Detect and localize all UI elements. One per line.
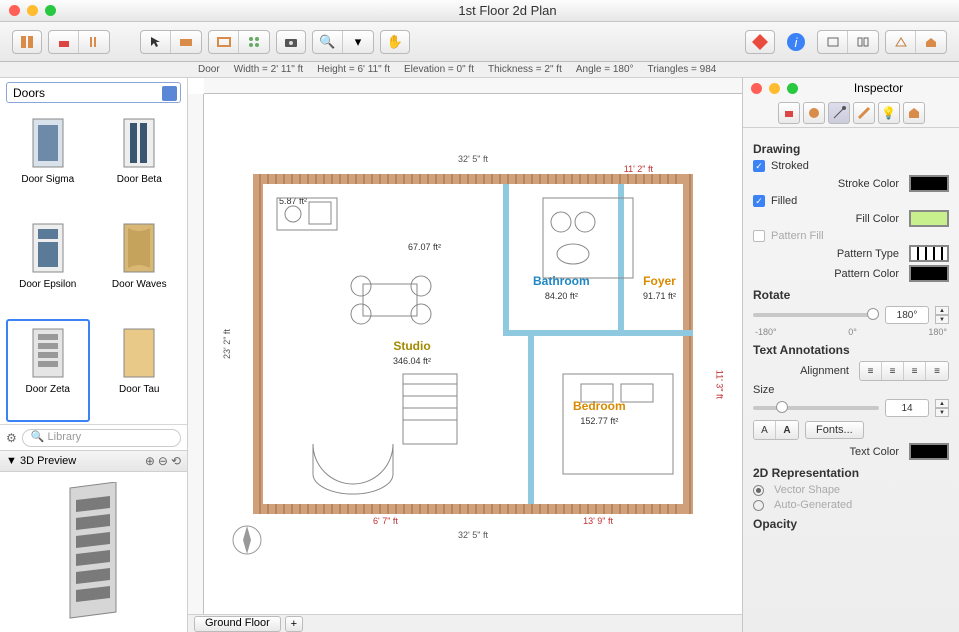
rotate-step-up[interactable]: ▲: [935, 306, 949, 315]
status-angle: Angle = 180°: [576, 64, 634, 75]
library-item-door-zeta[interactable]: Door Zeta: [6, 319, 90, 422]
library-item-door-epsilon[interactable]: Door Epsilon: [6, 214, 90, 317]
dim-bottom-right: 13' 9" ft: [583, 516, 613, 526]
size-step-down[interactable]: ▼: [935, 408, 949, 417]
library-item-door-beta[interactable]: Door Beta: [98, 109, 182, 212]
section-rotate: Rotate: [753, 288, 949, 302]
status-object: Door: [198, 64, 220, 75]
dim-left: 23' 2" ft: [222, 329, 232, 359]
wall-tool[interactable]: [171, 31, 201, 53]
dim-bottom-left: 6' 7" ft: [373, 516, 398, 526]
rotate-step-down[interactable]: ▼: [935, 315, 949, 324]
dim-top: 32' 5" ft: [233, 154, 713, 164]
room-tool[interactable]: [209, 31, 239, 53]
itab-material[interactable]: [803, 102, 825, 124]
zoom-tool[interactable]: 🔍: [313, 31, 343, 53]
text-color-swatch[interactable]: [909, 443, 949, 460]
library-item-door-tau[interactable]: Door Tau: [98, 319, 182, 422]
main-toolbar: 🔍 ▾ ✋ i: [0, 22, 959, 62]
annotation-tool[interactable]: [239, 31, 269, 53]
floor-tab-ground[interactable]: Ground Floor: [194, 616, 281, 632]
close-window-button[interactable]: [9, 5, 20, 16]
fonts-button[interactable]: Fonts...: [805, 421, 864, 439]
warnings-button[interactable]: [745, 30, 775, 54]
fill-color-swatch[interactable]: [909, 210, 949, 227]
ruler-vertical: [188, 94, 204, 614]
itab-2d[interactable]: [828, 102, 850, 124]
titlebar: 1st Floor 2d Plan: [0, 0, 959, 22]
status-bar: Door Width = 2' 11" ft Height = 6' 11" f…: [0, 62, 959, 78]
itab-building[interactable]: [903, 102, 925, 124]
inspector-panel: Inspector 💡 Drawing ✓Stroked Stroke Colo…: [742, 78, 959, 632]
toggle-library-button[interactable]: [12, 30, 42, 54]
info-button[interactable]: i: [781, 30, 811, 54]
view-3d-button[interactable]: [886, 31, 916, 53]
size-value[interactable]: 14: [885, 399, 929, 417]
settings-icon[interactable]: ⚙: [6, 431, 17, 445]
itab-object[interactable]: [778, 102, 800, 124]
status-triangles: Triangles = 984: [648, 64, 717, 75]
view-2d-button[interactable]: [818, 31, 848, 53]
inspector-zoom[interactable]: [787, 83, 798, 94]
inspector-title: Inspector: [798, 81, 959, 95]
size-step-up[interactable]: ▲: [935, 399, 949, 408]
section-opacity: Opacity: [753, 517, 949, 531]
status-thickness: Thickness = 2" ft: [488, 64, 562, 75]
ruler-horizontal: [204, 78, 742, 94]
canvas-stage[interactable]: 32' 5" ft 11' 2" ft 23' 2" ft 11' 3" ft …: [204, 94, 742, 614]
canvas-area: 32' 5" ft 11' 2" ft 23' 2" ft 11' 3" ft …: [188, 78, 742, 632]
section-text: Text Annotations: [753, 343, 949, 357]
window-title: 1st Floor 2d Plan: [56, 3, 959, 18]
preview-header[interactable]: ▼ 3D Preview ⊕ ⊖ ⟲: [0, 450, 187, 472]
library-item-door-sigma[interactable]: Door Sigma: [6, 109, 90, 212]
dim-bottom: 32' 5" ft: [233, 530, 713, 540]
stroked-checkbox[interactable]: ✓: [753, 160, 765, 172]
font-style-segmented[interactable]: AA: [753, 420, 799, 440]
pattern-color-swatch[interactable]: [909, 265, 949, 282]
status-width: Width = 2' 11" ft: [234, 64, 303, 75]
pattern-type-picker[interactable]: [909, 245, 949, 262]
camera-tool[interactable]: [276, 30, 306, 54]
inspector-min[interactable]: [769, 83, 780, 94]
select-tool[interactable]: [141, 31, 171, 53]
preview-3d[interactable]: [0, 472, 187, 632]
vector-shape-radio[interactable]: [753, 485, 764, 496]
inspector-close[interactable]: [751, 83, 762, 94]
dim-right-bottom: 11' 3" ft: [714, 370, 724, 399]
view-split-button[interactable]: [848, 31, 878, 53]
filled-checkbox[interactable]: ✓: [753, 195, 765, 207]
inspector-tabs: 💡: [743, 98, 959, 128]
preview-zoom-in[interactable]: ⊕: [145, 454, 155, 468]
pattern-fill-checkbox[interactable]: [753, 230, 765, 242]
library-panel: Doors Door Sigma Door Beta Door Epsilon …: [0, 78, 188, 632]
status-elevation: Elevation = 0" ft: [404, 64, 474, 75]
status-height: Height = 6' 11" ft: [317, 64, 390, 75]
size-slider[interactable]: [753, 406, 879, 410]
section-2d-rep: 2D Representation: [753, 466, 949, 480]
add-floor-button[interactable]: +: [285, 616, 303, 632]
alignment-segmented[interactable]: ≡≡≡≡: [859, 361, 949, 381]
pan-tool[interactable]: ✋: [380, 30, 410, 54]
view-house-button[interactable]: [916, 31, 946, 53]
rotate-slider[interactable]: [753, 313, 879, 317]
tool-furniture[interactable]: [49, 31, 79, 53]
category-dropdown[interactable]: Doors: [6, 82, 181, 103]
section-drawing: Drawing: [753, 142, 949, 156]
itab-light[interactable]: 💡: [878, 102, 900, 124]
minimize-window-button[interactable]: [27, 5, 38, 16]
itab-dimensions[interactable]: [853, 102, 875, 124]
stroke-color-swatch[interactable]: [909, 175, 949, 192]
preview-reset[interactable]: ⟲: [171, 454, 181, 468]
auto-generated-radio[interactable]: [753, 500, 764, 511]
library-search-input[interactable]: 🔍 Library: [22, 429, 181, 447]
preview-zoom-out[interactable]: ⊖: [158, 454, 168, 468]
library-item-door-waves[interactable]: Door Waves: [98, 214, 182, 317]
zoom-window-button[interactable]: [45, 5, 56, 16]
dim-top-right: 11' 2" ft: [624, 164, 653, 174]
tool-columns[interactable]: [79, 31, 109, 53]
zoom-dropdown[interactable]: ▾: [343, 31, 373, 53]
rotate-value[interactable]: 180°: [885, 306, 929, 324]
